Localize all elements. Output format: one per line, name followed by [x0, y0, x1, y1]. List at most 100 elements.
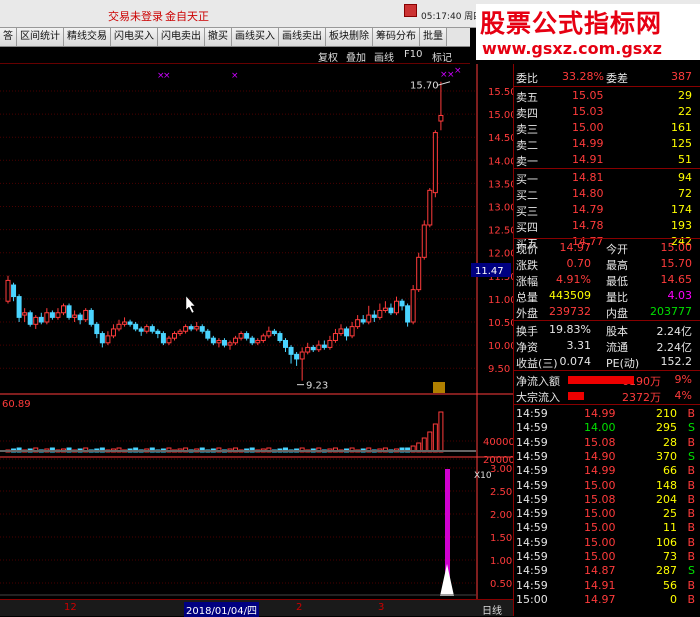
candle-body: [94, 323, 100, 335]
quote-row: 现价 14.97 今开 15.00: [514, 240, 700, 257]
panel-text: 14.99: [584, 464, 616, 478]
f10-button[interactable]: F10: [404, 49, 422, 60]
panel-text: B: [687, 507, 695, 521]
flow-bar: [568, 376, 634, 384]
volume-bar: [438, 411, 444, 453]
overlay-button[interactable]: 叠加: [346, 49, 366, 64]
candle-body: [438, 114, 444, 122]
panel-text: B: [687, 464, 695, 478]
login-status[interactable]: 交易未登录: [108, 8, 163, 24]
y-tick-label: 2.00: [490, 510, 512, 521]
panel-text: 卖四: [516, 107, 538, 120]
candle-body: [283, 339, 288, 348]
period-label[interactable]: 日线: [482, 602, 502, 617]
flow-row: 大宗流入 2372万 4%: [514, 388, 700, 405]
panel-text: 4.91%: [556, 273, 591, 286]
candle-body: [249, 337, 255, 344]
candle-body: [238, 333, 244, 339]
finance-row: 换手 19.83% 股本 2.24亿: [514, 322, 700, 339]
candle-body: [310, 346, 316, 351]
finance-row: 净资 3.31 流通 2.24亿: [514, 338, 700, 355]
toolbar-button[interactable]: 闪电卖出: [158, 28, 205, 46]
candle-body: [338, 328, 344, 335]
candle-body: [355, 319, 361, 328]
panel-text: 买四: [516, 221, 538, 234]
candle-body: [49, 312, 55, 318]
volume-bar: [432, 423, 438, 453]
panel-text: B: [687, 435, 695, 449]
candle-body: [327, 339, 333, 348]
panel-text: 295: [656, 421, 677, 435]
toolbar-button[interactable]: 精线交易: [64, 28, 111, 46]
candle-body: [382, 307, 388, 311]
toolbar-button[interactable]: 区间统计: [17, 28, 64, 46]
panel-text: 0.70: [566, 257, 592, 270]
toolbar-button[interactable]: 筹码分布: [373, 28, 420, 46]
panel-text: 委差: [606, 72, 628, 85]
volume-bar: [421, 437, 427, 453]
panel-text: 4%: [674, 389, 692, 402]
time-axis-bar: 12 2018/01/04/四 2 3 日线: [0, 599, 513, 617]
fuquan-button[interactable]: 复权: [318, 49, 338, 64]
candle-body: [61, 305, 66, 314]
panel-text: 收益(三): [516, 357, 558, 370]
panel-text: 14.78: [572, 219, 604, 232]
chart-subbar: 复权 叠加 画线 F10 标记: [0, 47, 470, 64]
tick-row: 15:00 14.97 0 B: [514, 592, 700, 609]
candle-body: [33, 316, 39, 325]
candle-body: [88, 309, 94, 325]
candle-body: [410, 289, 416, 323]
panel-text: 14.00: [584, 421, 616, 435]
kline-chart[interactable]: 15.50 15.00 14.50 14.00 13.50 13.00 12.50 12.00…: [0, 64, 515, 599]
candle-body: [427, 189, 433, 226]
draw-button[interactable]: 画线: [374, 49, 394, 64]
low-note: 9.23: [306, 381, 328, 392]
candle-body: [227, 342, 233, 346]
panel-text: 14:59: [516, 535, 548, 549]
y-tick-label: 12.00: [488, 249, 515, 260]
tick-label: 12: [64, 602, 77, 613]
panel-text: 0.074: [559, 355, 592, 368]
panel-text: 14.97: [584, 592, 616, 606]
x-marker: ×: [231, 71, 239, 81]
candle-body: [166, 337, 172, 344]
panel-text: 22: [678, 105, 692, 118]
sell-level: 卖一 14.91 51: [514, 152, 700, 169]
candle-body: [144, 326, 150, 332]
panel-text: 换手: [516, 325, 538, 338]
toolbar-button[interactable]: 闪电买入: [111, 28, 158, 46]
candle-body: [305, 346, 311, 353]
current-price-label: 11.47: [475, 266, 504, 277]
toolbar-button[interactable]: 画线买入: [232, 28, 279, 46]
close-icon[interactable]: [404, 4, 417, 17]
candle-body: [421, 224, 427, 258]
panel-text: 14.99: [584, 407, 616, 420]
toolbar-button[interactable]: 板块删除: [326, 28, 373, 46]
mark-button[interactable]: 标记: [432, 49, 452, 64]
panel-text: 14.90: [584, 449, 616, 463]
toolbar-button[interactable]: 答: [0, 28, 17, 46]
panel-text: 15.00: [584, 521, 616, 535]
toolbar-button[interactable]: 撤买: [205, 28, 232, 46]
candle-body: [210, 337, 216, 344]
sell-level: 卖五 15.05 29: [514, 88, 700, 105]
y-tick-label: 9.50: [488, 364, 510, 375]
candle-body: [77, 314, 83, 321]
candle-body: [288, 346, 294, 355]
tick-label: 3: [378, 602, 385, 613]
toolbar-button[interactable]: 批量: [420, 28, 447, 46]
candle-body: [127, 321, 133, 325]
panel-text: 106: [656, 535, 677, 549]
panel-text: B: [687, 578, 695, 592]
divider: [514, 404, 700, 405]
candle-body: [194, 326, 200, 330]
buy-level: 买四 14.78 193: [514, 218, 700, 235]
panel-text: 卖三: [516, 123, 538, 136]
note-line: [436, 81, 451, 86]
candle-body: [366, 314, 372, 323]
weibi-row: 委比 33.28% 委差 387: [514, 69, 700, 86]
candle-body: [133, 323, 139, 330]
candle-body: [44, 312, 50, 323]
panel-text: 15.00: [572, 121, 604, 134]
toolbar-button[interactable]: 画线卖出: [279, 28, 326, 46]
